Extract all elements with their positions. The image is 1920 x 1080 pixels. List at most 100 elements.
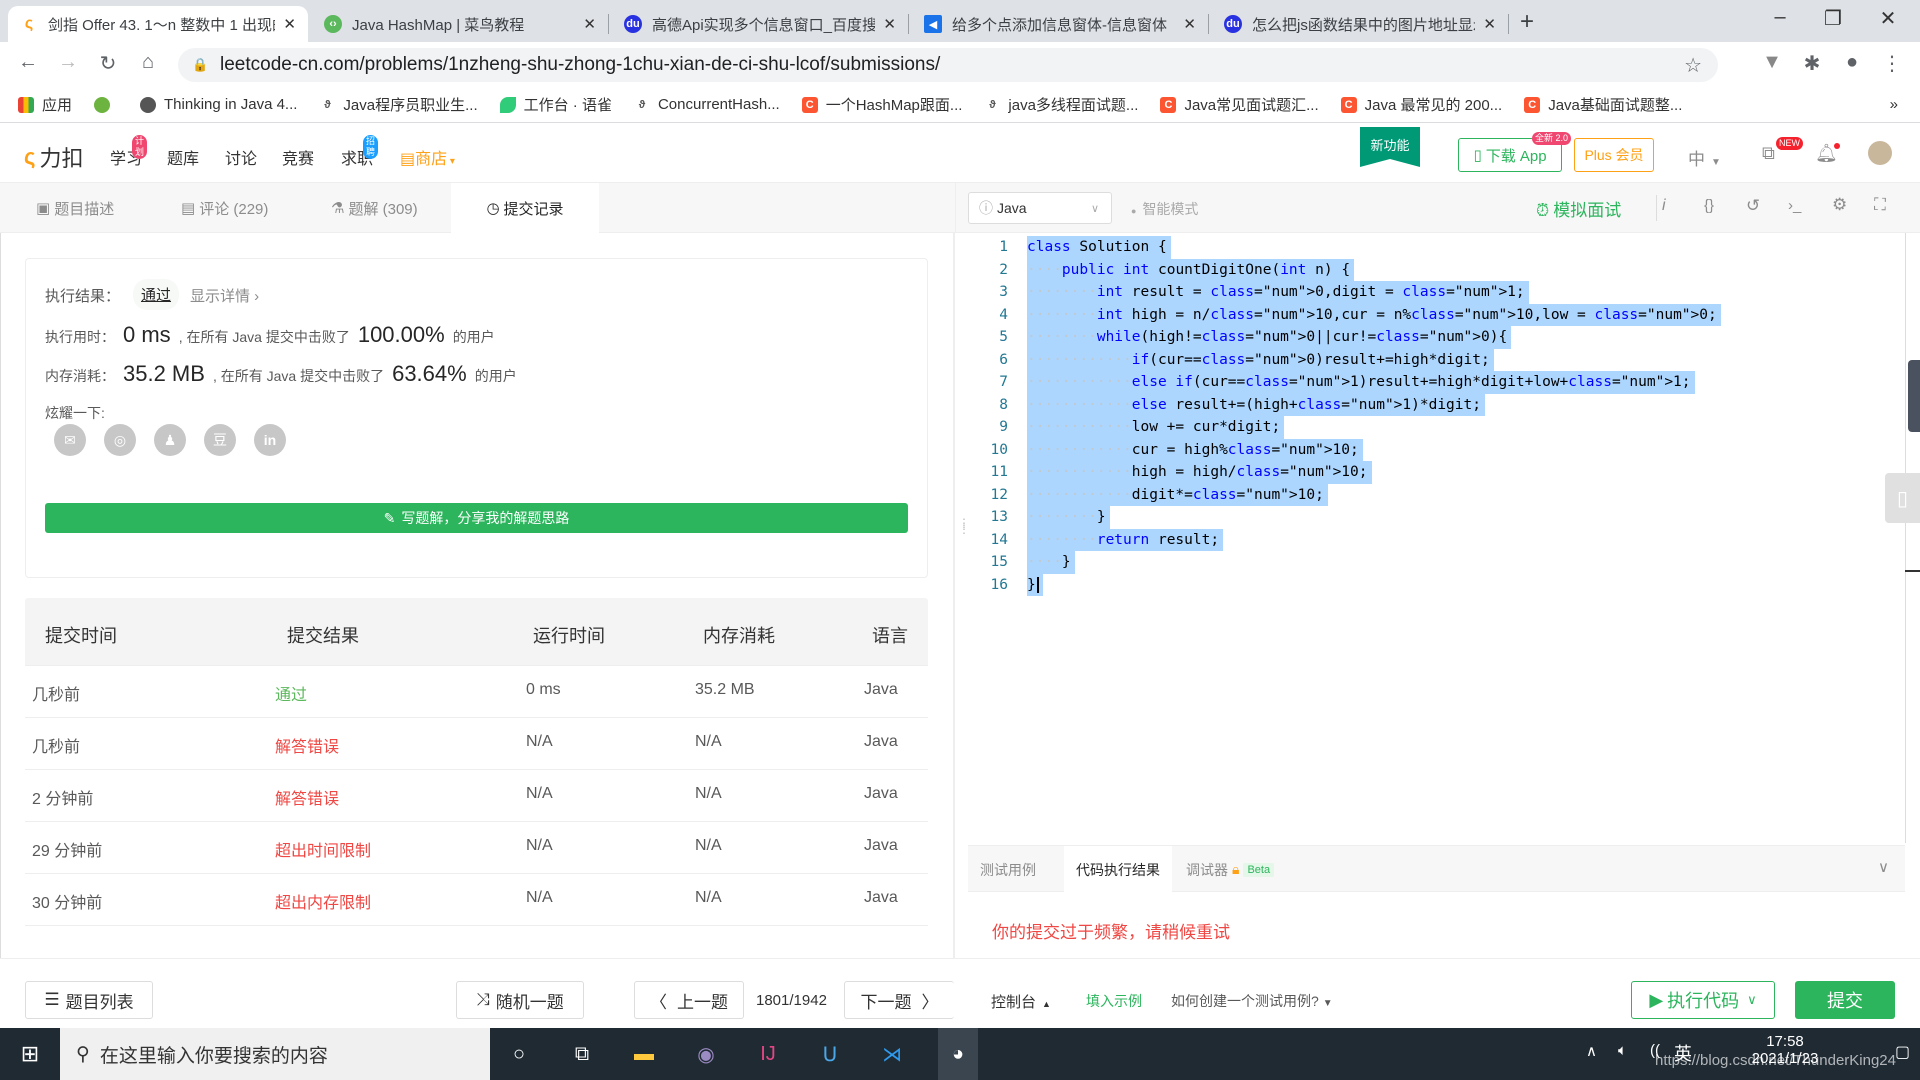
app-icon[interactable]: ᑌ [814, 1038, 846, 1070]
code-line[interactable]: 1 class Solution { [968, 236, 1898, 259]
code-line[interactable]: 2 ····public int countDigitOne(int n) { [968, 258, 1898, 281]
submission-result[interactable]: 解答错误 [275, 785, 339, 809]
random-problem-button[interactable]: ⤨ 随机一题 [456, 981, 584, 1019]
bookmark[interactable]: Thinking in Java 4... [140, 96, 297, 113]
logo[interactable]: ς 力扣 [24, 141, 83, 173]
playground-icon[interactable]: ⧉ NEW [1762, 137, 1803, 164]
code-line[interactable]: 8 ············else result+=(high+class="n… [968, 393, 1898, 416]
settings-icon[interactable]: ⚙ [1832, 195, 1847, 215]
volume-icon[interactable]: 🔈︎ [1618, 1042, 1627, 1059]
how-to-test-dropdown[interactable]: 如何创建一个测试用例? ▼ [1171, 991, 1333, 1011]
submit-button[interactable]: 提交 [1795, 981, 1895, 1019]
task-view-icon[interactable]: ⧉ [566, 1038, 598, 1070]
bookmark[interactable]: C Java 最常见的 200... [1340, 94, 1502, 115]
tab-comments[interactable]: ▤ 评论 (229) [181, 183, 301, 233]
nav-contest[interactable]: 竞赛 [282, 145, 314, 169]
code-line[interactable]: 10 ············cur = high%class="num">10; [968, 438, 1898, 461]
code-line[interactable]: 5 ········while(high!=class="num">0||cur!… [968, 326, 1898, 349]
browser-tab[interactable]: du 怎么把js函数结果中的图片地址显示 ✕ [1212, 6, 1508, 42]
reset-icon[interactable]: ↺ [1746, 196, 1760, 216]
code-line[interactable]: 11 ············high = high/class="num">10… [968, 461, 1898, 484]
tab-submissions[interactable]: ◷ 提交记录 [451, 183, 599, 233]
submission-result[interactable]: 解答错误 [275, 733, 339, 757]
eclipse-icon[interactable]: ◉ [690, 1038, 722, 1070]
bookmark[interactable]: C Java基础面试题整... [1524, 94, 1682, 115]
nav-store[interactable]: ▤商店 ▾ [400, 145, 455, 169]
menu-icon[interactable]: ⋮ [1878, 51, 1906, 76]
minimap-scrollbar[interactable] [1908, 360, 1920, 432]
notifications-icon[interactable]: ▢ [1895, 1042, 1910, 1062]
nav-learn[interactable]: 学习 计划 [110, 135, 148, 169]
reload-icon[interactable]: ↻ [94, 51, 122, 76]
tray-chevron-icon[interactable]: ∧ [1586, 1042, 1597, 1060]
notification-bell-icon[interactable]: 🔔︎ [1815, 143, 1840, 164]
write-solution-button[interactable]: ✎ 写题解，分享我的解题思路 [45, 503, 908, 533]
bookmark[interactable]: ϑ java多线程面试题... [984, 94, 1138, 115]
intellij-icon[interactable]: IJ [752, 1038, 784, 1070]
download-app-button[interactable]: ▯ 下载 App 全新 2.0 [1458, 132, 1571, 172]
code-line[interactable]: 12 ············digit*=class="num">10; [968, 483, 1898, 506]
weibo-icon[interactable]: ◎ [104, 424, 136, 456]
star-icon[interactable]: ☆ [1684, 53, 1702, 78]
forward-icon[interactable]: → [54, 51, 82, 74]
console-toggle[interactable]: 控制台 ▲ [991, 991, 1051, 1012]
next-problem-button[interactable]: 下一题〉 [844, 981, 954, 1019]
bookmark-apps[interactable]: 应用 [18, 94, 72, 115]
problem-list-button[interactable]: ☰ 题目列表 [25, 981, 153, 1019]
language-select[interactable]: ⓘ Java ∨ [968, 192, 1112, 224]
show-details-link[interactable]: 显示详情 › [190, 285, 259, 306]
code-line[interactable]: 13 ········} [968, 506, 1898, 529]
maximize-button[interactable]: ❐ [1813, 6, 1853, 31]
bookmark[interactable]: ϑ Java程序员职业生... [319, 94, 477, 115]
code-line[interactable]: 4 ········int high = n/class="num">10,cur… [968, 303, 1898, 326]
language-switch[interactable]: 中 ▼ [1688, 145, 1721, 170]
plus-member-button[interactable]: Plus 会员 [1574, 138, 1654, 172]
close-tab-icon[interactable]: ✕ [1183, 15, 1196, 33]
avatar[interactable] [1868, 141, 1892, 165]
submission-result[interactable]: 超出内存限制 [275, 889, 371, 913]
close-tab-icon[interactable]: ✕ [583, 15, 596, 33]
nav-problems[interactable]: 题库 [167, 145, 199, 169]
more-bookmarks[interactable]: » [1890, 96, 1898, 113]
collapse-chevron-icon[interactable]: ∨ [1878, 858, 1889, 876]
tab-run-result[interactable]: 代码执行结果 [1064, 846, 1172, 893]
bookmark-spring[interactable] [94, 96, 118, 113]
linkedin-icon[interactable]: in [254, 424, 286, 456]
status-badge[interactable]: 通过 [133, 279, 180, 310]
code-line[interactable]: 3 ········int result = class="num">0,digi… [968, 281, 1898, 304]
code-editor[interactable]: 1 class Solution {2 ····public int countDi… [968, 233, 1908, 843]
code-line[interactable]: 9 ············low += cur*digit; [968, 416, 1898, 439]
code-line[interactable]: 7 ············else if(cur==class="num">1)… [968, 371, 1898, 394]
vscode-icon[interactable]: ⋊ [876, 1038, 908, 1070]
code-line[interactable]: 14 ········return result; [968, 528, 1898, 551]
bookmark[interactable]: 工作台 · 语雀 [499, 94, 612, 115]
tab-debugger[interactable]: 调试器 🔒︎ Beta [1186, 846, 1275, 893]
submission-result[interactable]: 超出时间限制 [275, 837, 371, 861]
panel-splitter[interactable] [953, 233, 955, 958]
prev-problem-button[interactable]: 〈上一题 [634, 981, 744, 1019]
bookmark[interactable]: ϑ ConcurrentHash... [634, 96, 780, 113]
browser-tab[interactable]: ς 剑指 Offer 43. 1～n 整数中 1 出现的次数 ✕ [8, 6, 308, 42]
address-bar[interactable]: 🔒 leetcode-cn.com/problems/1nzheng-shu-z… [178, 48, 1718, 82]
taskbar-search[interactable]: ⚲ 在这里输入你要搜索的内容 [60, 1028, 490, 1080]
home-icon[interactable]: ⌂ [134, 51, 162, 74]
chrome-icon[interactable]: ◕ [938, 1028, 978, 1080]
code-line[interactable]: 15 ····} [968, 551, 1898, 574]
code-line[interactable]: 16} [968, 573, 1898, 596]
extensions-puzzle-icon[interactable]: ✱ [1798, 51, 1826, 76]
extension-v-icon[interactable]: ▼ [1758, 51, 1786, 74]
bookmark[interactable]: C Java常见面试题汇... [1160, 94, 1319, 115]
tab-description[interactable]: ▣ 题目描述 [36, 183, 146, 233]
submission-result[interactable]: 通过 [275, 681, 307, 705]
close-tab-icon[interactable]: ✕ [283, 15, 296, 33]
minimize-button[interactable]: – [1760, 6, 1800, 29]
smart-mode-toggle[interactable]: ● 智能模式 [1131, 199, 1198, 219]
tab-solutions[interactable]: ⚗ 题解 (309) [331, 183, 451, 233]
close-tab-icon[interactable]: ✕ [883, 15, 896, 33]
run-code-button[interactable]: ▶ 执行代码 ∨ [1631, 981, 1775, 1019]
code-line[interactable]: 6 ············if(cur==class="num">0)resul… [968, 348, 1898, 371]
douban-icon[interactable]: 豆 [204, 424, 236, 456]
new-tab-button[interactable]: + [1520, 8, 1534, 36]
format-braces-icon[interactable]: {} [1704, 197, 1714, 214]
file-explorer-icon[interactable]: ▬ [628, 1038, 660, 1070]
